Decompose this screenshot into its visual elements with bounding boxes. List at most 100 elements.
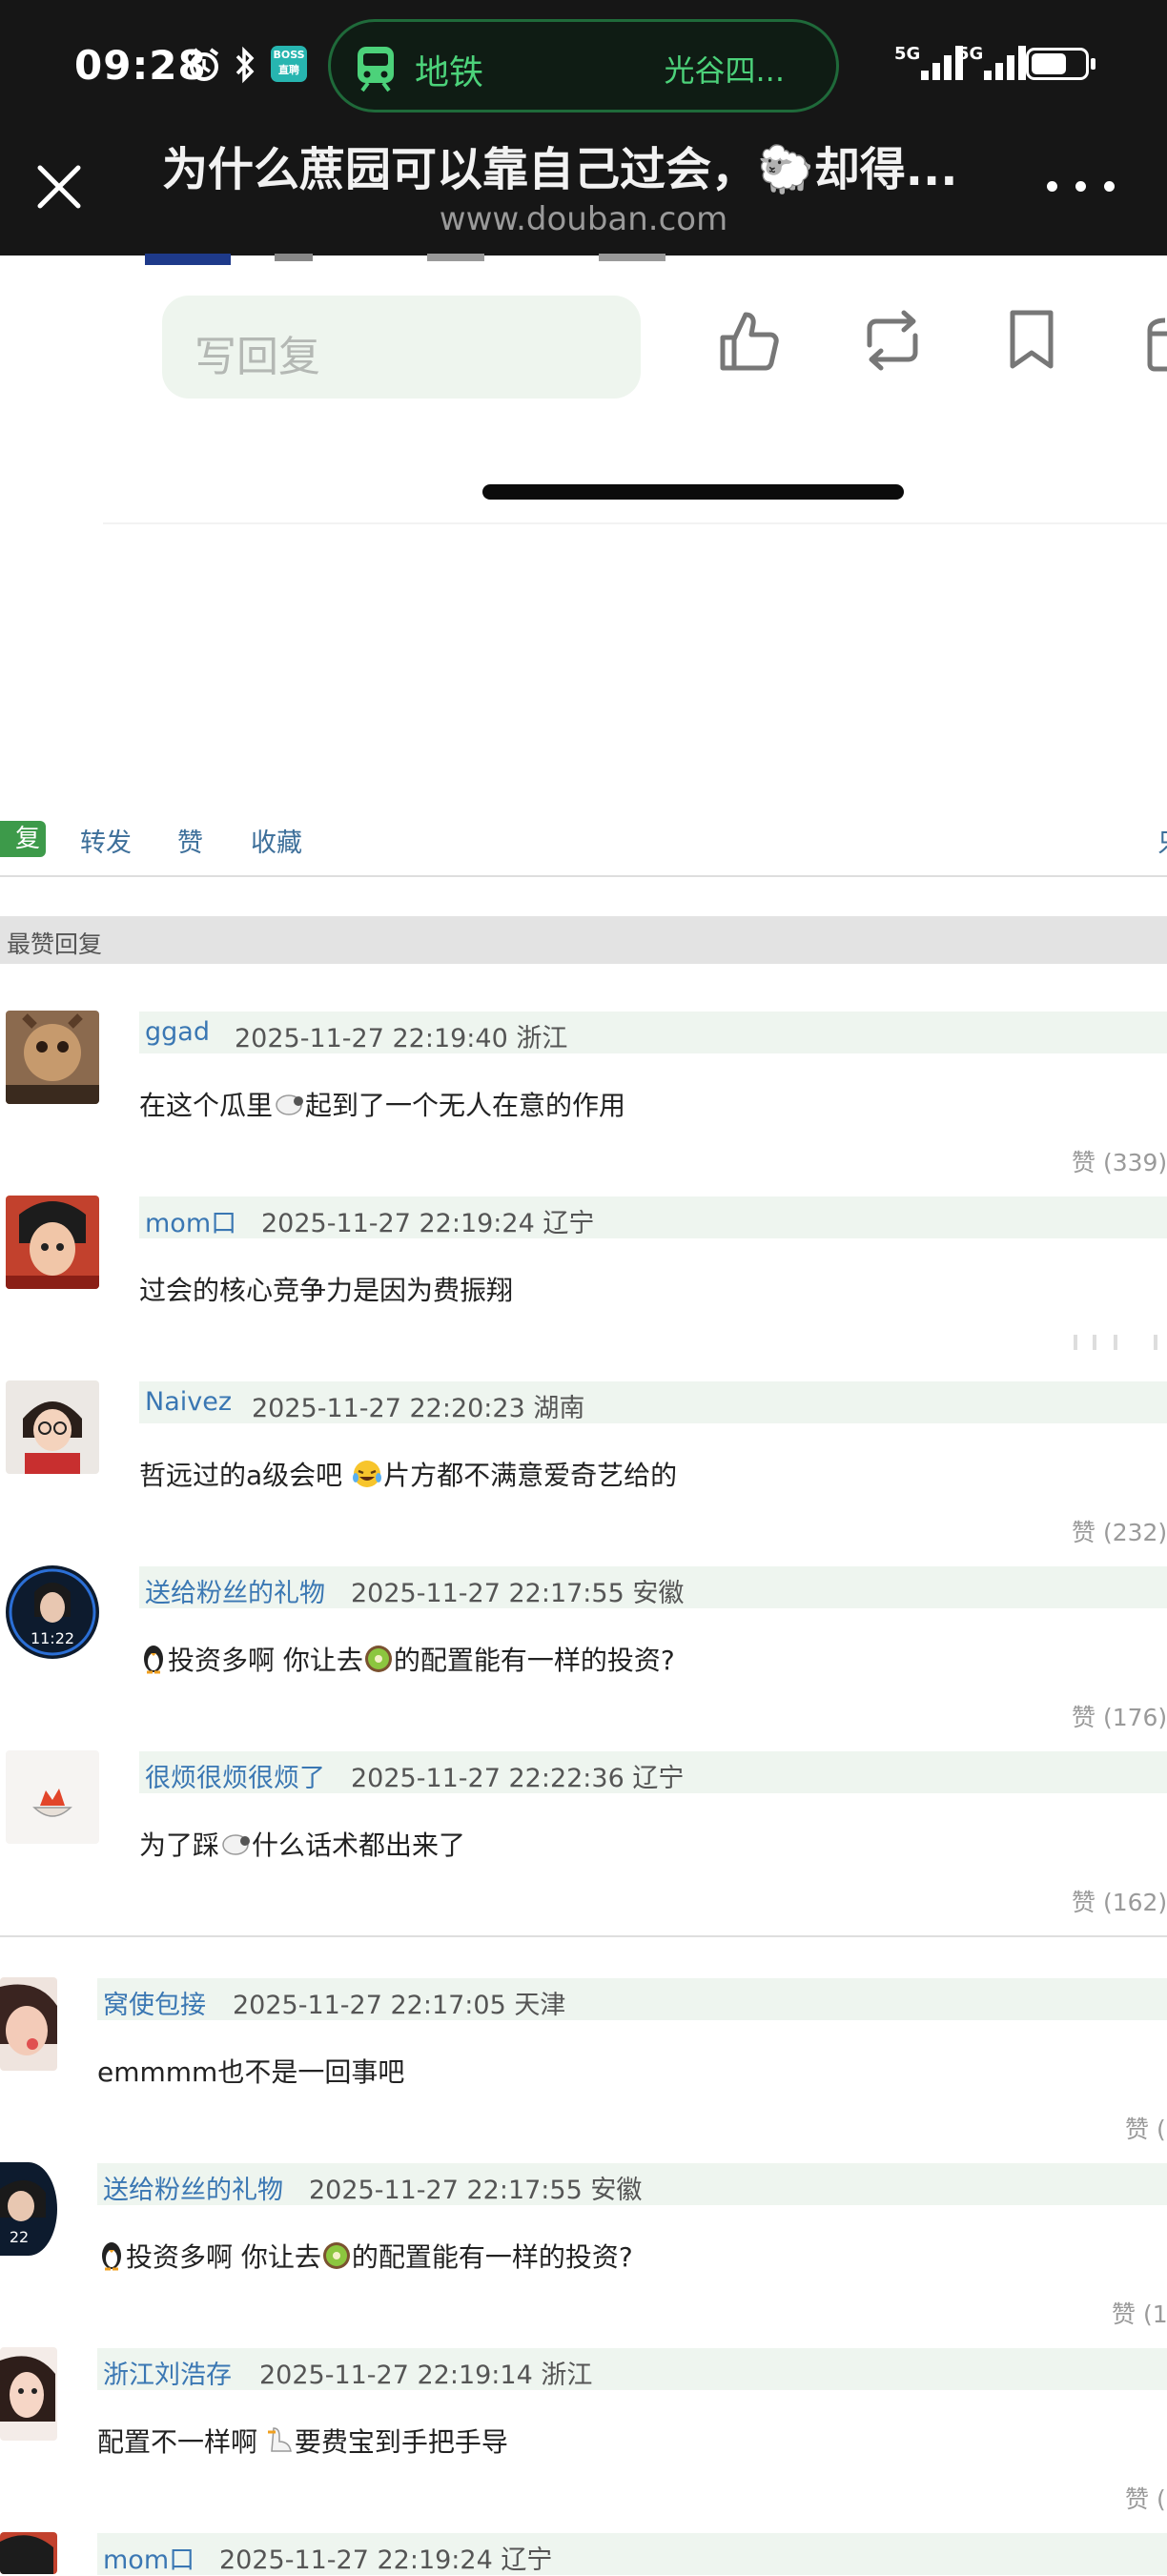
reply-item: mom口 2025-11-27 22:19:24 辽宁 bbox=[0, 2530, 1167, 2575]
svg-text:11:22: 11:22 bbox=[31, 1629, 74, 1647]
bluetooth-icon bbox=[233, 46, 257, 92]
like-count[interactable]: 赞 (162) bbox=[1072, 1884, 1167, 1918]
like-count[interactable]: 赞 (1 bbox=[1112, 2296, 1167, 2330]
comment-meta: mom口 2025-11-27 22:19:24 辽宁 bbox=[97, 2533, 1167, 2575]
comment-meta: 浙江刘浩存 2025-11-27 22:19:14 浙江 bbox=[97, 2348, 1167, 2390]
hot-reply-item: Naivez 2025-11-27 22:20:23 湖南 哲远过的a级会吧 片… bbox=[0, 1379, 1167, 1550]
comment-meta: 送给粉丝的礼物 2025-11-27 22:17:55 安徽 bbox=[139, 1566, 1167, 1608]
write-reply-input[interactable]: 写回复 bbox=[162, 296, 641, 399]
more-dot-icon bbox=[1104, 181, 1115, 192]
train-icon bbox=[354, 45, 398, 96]
hot-replies-title: 最赞回复 bbox=[7, 930, 103, 958]
comment-username[interactable]: mom口 bbox=[103, 2539, 194, 2576]
reply-item: 窝使包接 2025-11-27 22:17:05 天津 emmmm也不是一回事吧… bbox=[0, 1975, 1167, 2147]
boss-app-icon: BOSS 直聘 bbox=[271, 46, 307, 82]
top-bar: 09:28 BOSS 直聘 地铁 光谷四... 5G 5G 为什么蔗园可以靠自己… bbox=[0, 0, 1167, 256]
battery-icon bbox=[1026, 48, 1095, 80]
comment-username[interactable]: 窝使包接 bbox=[103, 1984, 206, 2021]
repost-icon[interactable] bbox=[858, 307, 927, 378]
more-menu-button[interactable] bbox=[1047, 172, 1125, 202]
comment-timestamp: 2025-11-27 22:17:55 安徽 bbox=[351, 1579, 685, 1608]
comment-text: 配置不一样啊 要费宝到手把手导 bbox=[97, 2422, 508, 2464]
svg-text:22: 22 bbox=[10, 2228, 29, 2246]
metro-live-activity[interactable]: 地铁 光谷四... bbox=[328, 19, 839, 112]
gift-icon[interactable] bbox=[1142, 307, 1167, 378]
faded-like-count bbox=[1072, 1333, 1163, 1356]
avatar[interactable] bbox=[6, 1380, 99, 1474]
reply-item: 浙江刘浩存 2025-11-27 22:19:14 浙江 配置不一样啊 要费宝到… bbox=[0, 2345, 1167, 2517]
comment-username[interactable]: Naivez bbox=[145, 1387, 232, 1417]
avatar[interactable] bbox=[6, 1750, 99, 1844]
penguin-emoji-icon bbox=[139, 1644, 168, 1681]
comment-username[interactable]: 送给粉丝的礼物 bbox=[145, 1572, 325, 1609]
comment-timestamp: 2025-11-27 22:19:24 辽宁 bbox=[219, 2545, 553, 2575]
sheep-emoji-icon bbox=[273, 1090, 305, 1125]
like-count[interactable]: 赞 ( bbox=[1125, 2481, 1166, 2515]
page-url: www.douban.com bbox=[439, 200, 728, 238]
avatar[interactable] bbox=[0, 2532, 57, 2574]
hot-replies-header: 最赞回复 bbox=[0, 916, 1167, 964]
more-dot-icon bbox=[1075, 181, 1086, 192]
hot-reply-item: 很烦很烦很烦了 2025-11-27 22:22:36 辽宁 为了踩 什么话术都出… bbox=[0, 1748, 1167, 1920]
more-dot-icon bbox=[1047, 181, 1057, 192]
avatar[interactable] bbox=[6, 1196, 99, 1289]
hot-reply-item: ggad 2025-11-27 22:19:40 浙江 在这个瓜里 起到了一个无人… bbox=[0, 1009, 1167, 1180]
post-action-row: 复 转发 赞 收藏 只 bbox=[0, 816, 1167, 864]
comment-username[interactable]: mom口 bbox=[145, 1202, 236, 1239]
comment-text: 过会的核心竞争力是因为费振翔 bbox=[139, 1275, 514, 1306]
comment-text: 哲远过的a级会吧 片方都不满意爱奇艺给的 bbox=[139, 1455, 677, 1496]
comment-text: 投资多啊 你让去 的配置能有一样的投资? bbox=[97, 2237, 633, 2278]
hot-reply-item: 11:22 送给粉丝的礼物 2025-11-27 22:17:55 安徽 投资多… bbox=[0, 1564, 1167, 1735]
comment-username[interactable]: 浙江刘浩存 bbox=[103, 2354, 232, 2391]
comment-text: 为了踩 什么话术都出来了 bbox=[139, 1825, 465, 1865]
comment-username[interactable]: 送给粉丝的礼物 bbox=[103, 2169, 283, 2206]
bookmark-icon[interactable] bbox=[1005, 307, 1058, 378]
comment-timestamp: 2025-11-27 22:19:24 辽宁 bbox=[261, 1209, 595, 1238]
hot-reply-item: mom口 2025-11-27 22:19:24 辽宁 过会的核心竞争力是因为费… bbox=[0, 1194, 1167, 1365]
comment-text: emmmm也不是一回事吧 bbox=[97, 2056, 405, 2088]
like-count[interactable]: 赞 (176) bbox=[1072, 1699, 1167, 1733]
penguin-emoji-icon bbox=[97, 2240, 126, 2278]
kiwi-emoji-icon bbox=[321, 2240, 352, 2278]
collect-link[interactable]: 收藏 bbox=[251, 822, 302, 859]
like-thumb-icon[interactable] bbox=[717, 307, 782, 378]
page-title: 为什么蔗园可以靠自己过会，🐑却得... bbox=[162, 143, 958, 196]
comment-meta: 很烦很烦很烦了 2025-11-27 22:22:36 辽宁 bbox=[139, 1751, 1167, 1793]
comment-timestamp: 2025-11-27 22:17:55 安徽 bbox=[309, 2176, 643, 2205]
metro-destination: 光谷四... bbox=[664, 52, 785, 89]
reply-button[interactable]: 复 bbox=[0, 821, 46, 857]
reply-item: 22 送给粉丝的礼物 2025-11-27 22:17:55 安徽 投资多啊 你… bbox=[0, 2160, 1167, 2332]
comment-timestamp: 2025-11-27 22:20:23 湖南 bbox=[252, 1394, 585, 1423]
avatar[interactable] bbox=[0, 2347, 57, 2441]
comment-text: 在这个瓜里 起到了一个无人在意的作用 bbox=[139, 1085, 625, 1125]
comment-timestamp: 2025-11-27 22:19:14 浙江 bbox=[259, 2361, 593, 2390]
comment-meta: Naivez 2025-11-27 22:20:23 湖南 bbox=[139, 1381, 1167, 1423]
comment-timestamp: 2025-11-27 22:19:40 浙江 bbox=[235, 1024, 568, 1053]
home-indicator[interactable] bbox=[482, 484, 904, 500]
alarm-icon bbox=[185, 46, 223, 92]
like-count[interactable]: 赞 (232) bbox=[1072, 1514, 1167, 1548]
laughing-emoji-icon bbox=[351, 1459, 383, 1496]
forward-link[interactable]: 转发 bbox=[80, 822, 132, 859]
avatar[interactable] bbox=[6, 1011, 99, 1104]
write-reply-placeholder: 写回复 bbox=[194, 333, 320, 381]
comment-meta: 窝使包接 2025-11-27 22:17:05 天津 bbox=[97, 1978, 1167, 2020]
avatar[interactable]: 22 bbox=[0, 2162, 57, 2256]
avatar[interactable] bbox=[0, 1977, 57, 2071]
comment-text: 投资多啊 你让去 的配置能有一样的投资? bbox=[139, 1640, 675, 1681]
comment-username[interactable]: 很烦很烦很烦了 bbox=[145, 1757, 325, 1794]
comment-username[interactable]: ggad bbox=[145, 1017, 210, 1047]
only-view-link[interactable]: 只 bbox=[1157, 822, 1167, 859]
comment-timestamp: 2025-11-27 22:22:36 辽宁 bbox=[351, 1764, 685, 1793]
comment-meta: 送给粉丝的礼物 2025-11-27 22:17:55 安徽 bbox=[97, 2163, 1167, 2205]
like-count[interactable]: 赞 ( bbox=[1125, 2111, 1166, 2145]
sheep-emoji-icon bbox=[219, 1830, 252, 1865]
divider bbox=[103, 522, 1167, 524]
avatar[interactable]: 11:22 bbox=[6, 1565, 99, 1659]
like-link[interactable]: 赞 bbox=[177, 822, 203, 859]
scrolled-content-edge bbox=[141, 254, 732, 269]
like-count[interactable]: 赞 (339) bbox=[1072, 1144, 1167, 1178]
comment-timestamp: 2025-11-27 22:17:05 天津 bbox=[233, 1991, 566, 2020]
metro-label: 地铁 bbox=[415, 53, 484, 92]
comment-meta: mom口 2025-11-27 22:19:24 辽宁 bbox=[139, 1196, 1167, 1238]
